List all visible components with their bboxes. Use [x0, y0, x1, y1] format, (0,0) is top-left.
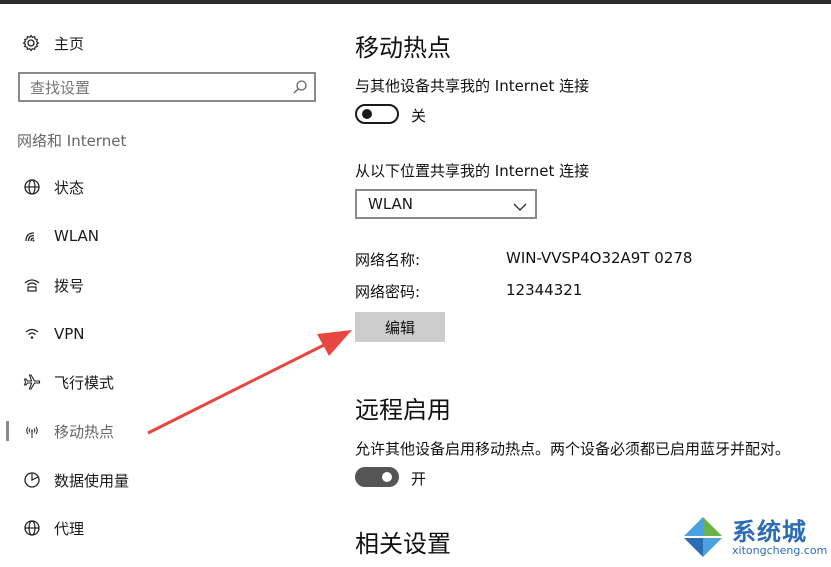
remote-toggle-state: 开 [411, 470, 427, 488]
remote-enable-toggle[interactable] [355, 467, 399, 487]
sidebar-item-data-usage[interactable]: 数据使用量 [0, 460, 330, 500]
airplane-icon [22, 372, 42, 392]
sidebar-item-label: WLAN [54, 227, 100, 245]
dialup-icon [22, 275, 42, 295]
data-usage-icon [22, 470, 42, 490]
edit-button[interactable]: 编辑 [355, 312, 445, 342]
active-indicator [6, 421, 9, 441]
vpn-icon [22, 324, 42, 344]
sidebar-item-label: 状态 [54, 178, 85, 197]
sidebar-item-mobile-hotspot[interactable]: 移动热点 [0, 411, 330, 451]
watermark-logo: 系统城 xitongcheng.com [678, 510, 828, 565]
watermark-diamond-icon [680, 514, 726, 560]
sidebar-item-label: 数据使用量 [54, 471, 130, 490]
settings-sidebar: 主页 网络和 Internet 状态 [0, 4, 330, 567]
chevron-down-icon [513, 198, 527, 211]
proxy-globe-icon [22, 518, 42, 538]
sidebar-item-proxy[interactable]: 代理 [0, 508, 330, 548]
network-name-value: WIN-VVSP4O32A9T 0278 [506, 249, 693, 267]
sidebar-item-label: 飞行模式 [54, 373, 115, 392]
wifi-icon [22, 226, 42, 246]
globe-status-icon [22, 177, 42, 197]
remote-enable-title: 远程启用 [355, 396, 451, 424]
gear-icon [22, 34, 40, 52]
sidebar-item-label: 移动热点 [54, 422, 115, 441]
watermark-domain: xitongcheng.com [732, 544, 828, 557]
toggle-knob [382, 472, 392, 482]
sidebar-item-wlan[interactable]: WLAN [0, 216, 330, 256]
sidebar-item-label: 代理 [54, 519, 85, 538]
network-password-label: 网络密码: [355, 283, 421, 301]
search-icon[interactable] [292, 79, 308, 95]
page-title: 移动热点 [355, 34, 451, 62]
home-label: 主页 [54, 34, 85, 53]
share-from-value: WLAN [368, 195, 414, 213]
share-connection-toggle[interactable] [355, 104, 399, 124]
network-name-label: 网络名称: [355, 251, 421, 269]
remote-enable-description: 允许其他设备启用移动热点。两个设备必须都已启用蓝牙并配对。 [355, 440, 791, 458]
settings-search-box[interactable] [18, 72, 316, 102]
search-input[interactable] [30, 78, 280, 98]
hotspot-settings-panel: 移动热点 与其他设备共享我的 Internet 连接 关 从以下位置共享我的 I… [330, 4, 831, 567]
home-nav-item[interactable]: 主页 [22, 32, 84, 54]
share-connection-label: 与其他设备共享我的 Internet 连接 [355, 77, 590, 95]
watermark-brand: 系统城 [732, 518, 807, 546]
sidebar-item-label: VPN [54, 325, 85, 343]
sidebar-item-airplane-mode[interactable]: 飞行模式 [0, 362, 330, 402]
sidebar-item-label: 拨号 [54, 276, 85, 295]
sidebar-item-dialup[interactable]: 拨号 [0, 265, 330, 305]
sidebar-item-status[interactable]: 状态 [0, 167, 330, 207]
share-toggle-state: 关 [411, 107, 427, 125]
sidebar-item-vpn[interactable]: VPN [0, 314, 330, 354]
hotspot-icon [22, 421, 42, 441]
toggle-knob [362, 109, 372, 119]
network-password-value: 12344321 [506, 281, 583, 299]
share-from-select[interactable]: WLAN [355, 189, 537, 219]
section-title: 网络和 Internet [17, 132, 127, 150]
related-settings-title: 相关设置 [355, 530, 451, 558]
share-from-label: 从以下位置共享我的 Internet 连接 [355, 162, 590, 180]
